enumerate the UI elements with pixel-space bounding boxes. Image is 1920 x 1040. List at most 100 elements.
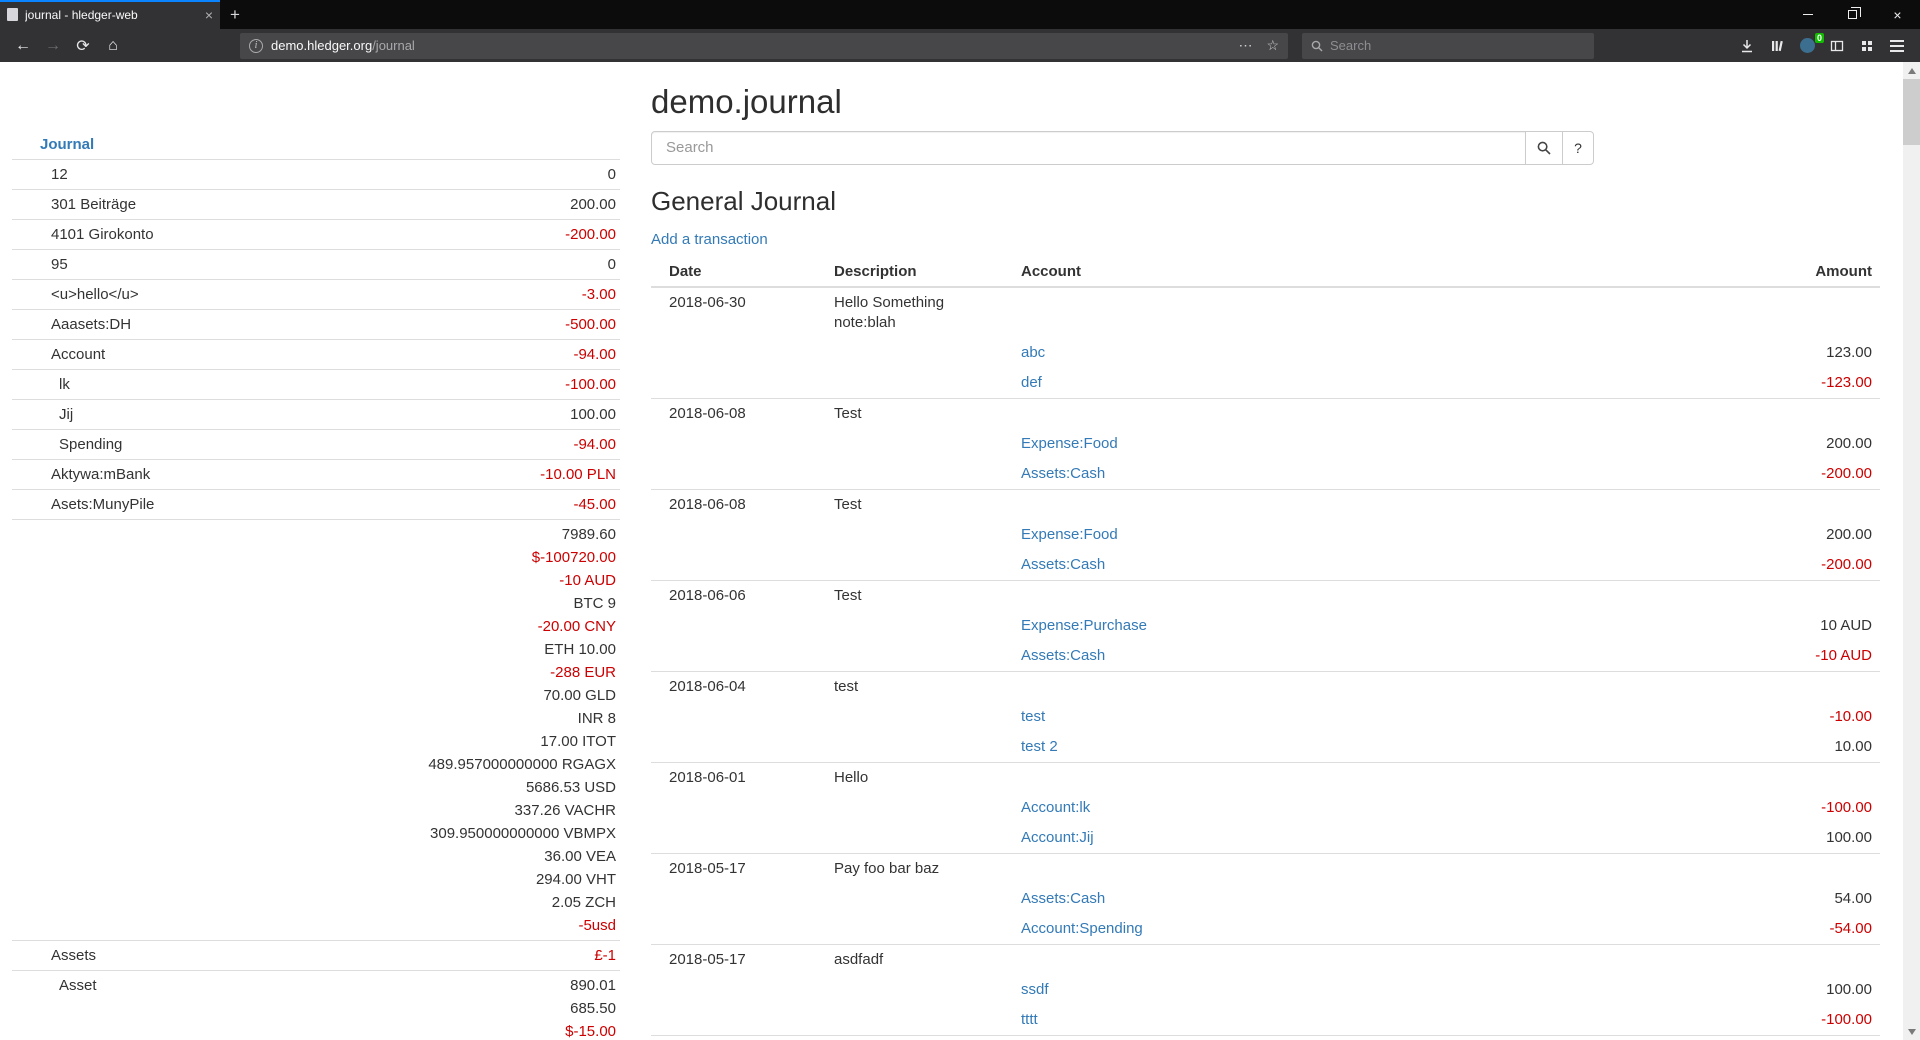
bookmark-star-icon[interactable]: ☆ (1266, 37, 1279, 54)
sidebar-account-link[interactable]: Asets:MunyPile (12, 493, 154, 516)
sidebar-account-link[interactable]: 12 (12, 163, 68, 186)
posting-account-link[interactable]: Expense:Purchase (1021, 617, 1147, 634)
sidebar-account-link[interactable]: <u>hello</u> (12, 283, 139, 306)
sidebar-journal-link[interactable]: Journal (40, 136, 94, 153)
transaction-description: Test (826, 490, 1013, 521)
posting-account-link[interactable]: ssdf (1021, 981, 1049, 998)
back-button[interactable]: ← (8, 33, 38, 59)
sidebar-account-link[interactable]: 95 (12, 253, 68, 276)
balance-amount: 0 (608, 253, 616, 276)
balance-amount: -200.00 (565, 223, 616, 246)
posting-row: Assets:Cash-10 AUD (651, 641, 1880, 672)
url-bar[interactable]: i demo.hledger.org /journal ⋯ ☆ (240, 33, 1288, 59)
posting-account-link[interactable]: abc (1021, 344, 1045, 361)
scrollbar-thumb[interactable] (1903, 79, 1920, 145)
browser-tab[interactable]: journal - hledger-web × (0, 0, 220, 29)
posting-account-link[interactable]: Assets:Cash (1021, 890, 1105, 907)
posting-amount: 54.00 (1690, 884, 1880, 914)
window-close-button[interactable]: × (1875, 0, 1920, 29)
posting-account-link[interactable]: Expense:Food (1021, 526, 1118, 543)
posting-amount: 200.00 (1690, 520, 1880, 550)
add-transaction-link[interactable]: Add a transaction (651, 231, 768, 248)
site-info-icon[interactable]: i (249, 39, 263, 53)
posting-row: Expense:Food 200.00 (651, 520, 1880, 550)
extension-icon[interactable]: 0 (1792, 33, 1822, 59)
reload-button[interactable]: ⟳ (68, 33, 98, 59)
balance-amount: 337.26 VACHR (428, 799, 616, 822)
section-title: General Journal (651, 186, 1880, 217)
library-icon[interactable] (1762, 33, 1792, 59)
sidebar-account-link[interactable]: Asset (12, 974, 97, 997)
sidebar-account-link[interactable]: Aktywa:mBank (12, 463, 150, 486)
transaction-row[interactable]: 2018-05-17Test (651, 1036, 1880, 1040)
sidebar-account-link[interactable]: lk (12, 373, 70, 396)
tab-close-icon[interactable]: × (205, 8, 213, 22)
scroll-up-button[interactable] (1903, 62, 1920, 79)
sidebars-icon[interactable] (1822, 33, 1852, 59)
window-restore-button[interactable] (1830, 0, 1875, 29)
posting-row: test-10.00 (651, 702, 1880, 732)
main-content: demo.journal ? General Journal Add a tra… (651, 62, 1880, 1040)
sidebar-account-row: Aktywa:mBank-10.00 PLN (12, 459, 620, 489)
browser-search-bar[interactable]: Search (1302, 33, 1594, 59)
posting-account-link[interactable]: Expense:Food (1021, 435, 1118, 452)
posting-account-link[interactable]: Assets:Cash (1021, 465, 1105, 482)
sidebar-account-link[interactable]: Account (12, 343, 105, 366)
transaction-description: test (826, 672, 1013, 703)
vertical-scrollbar[interactable] (1903, 62, 1920, 1040)
sidebar-account-link[interactable]: Assets (12, 944, 96, 967)
balance-amount: 890.01 (559, 974, 616, 997)
downloads-icon[interactable] (1732, 33, 1762, 59)
transaction-description: asdfadf (826, 945, 1013, 976)
posting-account-link[interactable]: Account:Spending (1021, 920, 1143, 937)
transaction-row[interactable]: 2018-06-01Hello (651, 763, 1880, 794)
scroll-down-button[interactable] (1903, 1023, 1920, 1040)
grid-icon[interactable] (1852, 33, 1882, 59)
posting-account-link[interactable]: test 2 (1021, 738, 1058, 755)
transaction-row[interactable]: 2018-05-17asdfadf (651, 945, 1880, 976)
posting-account-link[interactable]: Account:Jij (1021, 829, 1094, 846)
balance-amount: 685.50 (559, 997, 616, 1020)
transaction-row[interactable]: 2018-06-08Test (651, 399, 1880, 430)
transaction-row[interactable]: 2018-06-30Hello Something note:blah (651, 287, 1880, 338)
sidebar-account-link[interactable]: 4101 Girokonto (12, 223, 154, 246)
sidebar-account-link[interactable]: 301 Beiträge (12, 193, 136, 216)
browser-search-placeholder: Search (1330, 38, 1371, 53)
posting-account-link[interactable]: Assets:Cash (1021, 556, 1105, 573)
transaction-row[interactable]: 2018-06-08Test (651, 490, 1880, 521)
sidebar-account-link[interactable]: Spending (12, 433, 122, 456)
sidebar-account-link[interactable]: Jij (12, 403, 73, 426)
transaction-row[interactable]: 2018-06-04test (651, 672, 1880, 703)
sidebar-account-link[interactable]: Aaasets:DH (12, 313, 131, 336)
balance-amount: 5686.53 USD (428, 776, 616, 799)
posting-account-link[interactable]: def (1021, 374, 1042, 391)
posting-account-link[interactable]: Assets:Cash (1021, 647, 1105, 664)
window-minimize-button[interactable] (1785, 0, 1830, 29)
posting-amount: -100.00 (1690, 793, 1880, 823)
posting-account-link[interactable]: Account:lk (1021, 799, 1090, 816)
journal-search-input[interactable] (651, 131, 1526, 165)
amount-column-header: Amount (1690, 258, 1880, 287)
search-help-button[interactable]: ? (1562, 131, 1594, 165)
balance-amount: -500.00 (565, 313, 616, 336)
description-column-header: Description (826, 258, 1013, 287)
sidebar-account-row: Assets £-1 (12, 940, 620, 970)
menu-icon[interactable] (1882, 33, 1912, 59)
balance-amount: £-1 (594, 944, 616, 967)
balance-amount: -20.00 CNY (428, 615, 616, 638)
posting-account-link[interactable]: tttt (1021, 1011, 1038, 1028)
posting-row: Assets:Cash 54.00 (651, 884, 1880, 914)
forward-button[interactable]: → (38, 33, 68, 59)
page-actions-icon[interactable]: ⋯ (1238, 37, 1252, 54)
page-title: demo.journal (651, 83, 1880, 121)
transaction-row[interactable]: 2018-05-17Pay foo bar baz (651, 854, 1880, 885)
account-balance: 0 (608, 163, 616, 186)
balance-amount: $-100720.00 (428, 546, 616, 569)
home-button[interactable]: ⌂ (98, 33, 128, 59)
sidebar-account-row: 95 0 (12, 249, 620, 279)
transaction-row[interactable]: 2018-06-06Test (651, 581, 1880, 612)
new-tab-button[interactable]: + (220, 0, 250, 29)
posting-account-link[interactable]: test (1021, 708, 1045, 725)
balance-amount: 7989.60 (428, 523, 616, 546)
search-submit-button[interactable] (1525, 131, 1563, 165)
